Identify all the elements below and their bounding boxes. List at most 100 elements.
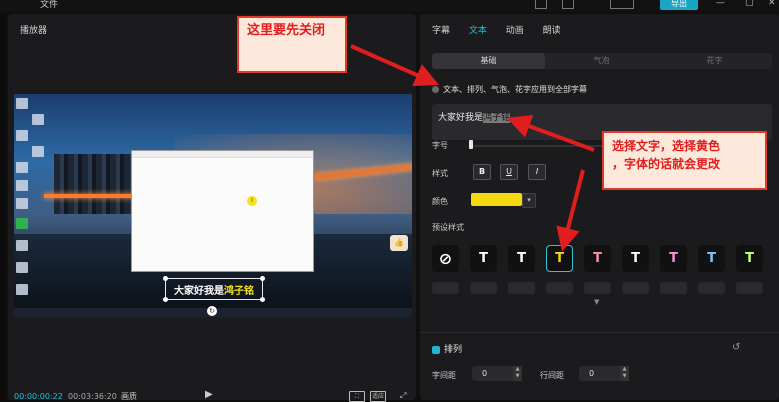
subtitle-selection-box[interactable]: 大家好我是鸿子铭 [163,276,265,302]
arrange-section-header[interactable]: 排列 [432,342,462,355]
shortcut-icon[interactable] [610,0,634,9]
arrange-label: 排列 [444,345,463,355]
stepper-icon[interactable]: ▲ ▼ [513,366,522,381]
thumbs-up-icon: 👍 [390,235,408,251]
subtitle-plain: 大家好我是 [174,286,224,297]
annotation-text: ，字体的话就会更改 [612,157,721,171]
tab-animation[interactable]: 动画 [506,23,524,36]
stepper-icon[interactable]: ▲ ▼ [620,366,629,381]
preset-style-item[interactable] [432,282,459,294]
export-button[interactable]: 导出 [660,0,698,10]
subtab-fancy-text[interactable]: 花字 [658,53,771,69]
tab-read-aloud[interactable]: 朗读 [543,23,561,36]
underline-button[interactable]: U [500,164,518,180]
subtitle-highlight: 鸿子铭 [224,286,254,297]
preset-style-item[interactable]: T [508,245,535,272]
color-label: 颜色 [432,197,448,206]
preset-style-item[interactable] [622,282,649,294]
text-plain: 大家好我是 [438,113,484,123]
preset-style-item[interactable]: T [736,245,763,272]
preset-style-item[interactable]: T [584,245,611,272]
preset-style-item[interactable] [584,282,611,294]
notepad-titlebar [132,151,313,158]
desktop-icon [16,262,28,273]
annotation-callout: 选择文字，选择黄色 ，字体的话就会更改 [602,131,767,190]
desktop-icon [16,98,28,109]
letter-spacing-value: 0 [482,369,488,378]
apply-all-checkbox[interactable] [432,86,439,93]
section-divider [420,332,779,333]
notepad-window: I [131,150,314,272]
fullscreen-mode-icon[interactable]: ⛶ [349,391,365,402]
annotation-text: 这里要先关闭 [247,23,326,38]
preset-style-item[interactable] [470,282,497,294]
layout-icon[interactable] [535,0,547,9]
font-size-label: 字号 [432,141,448,150]
desktop-icon [16,180,28,191]
italic-button[interactable]: I [528,164,546,180]
line-spacing-label: 行间距 [540,371,564,380]
preset-style-item[interactable] [698,282,725,294]
subtab-bubble[interactable]: 气泡 [545,53,658,69]
desktop-icon [32,114,44,125]
fit-button[interactable]: 适应 [370,391,386,402]
desktop-icon [16,284,28,295]
letter-spacing-label: 字间距 [432,371,456,380]
apply-all-label: 文本、排列、气泡、花字应用到全部字幕 [443,85,587,94]
resize-handle[interactable] [163,297,168,302]
preset-none-icon[interactable]: ⊘ [432,245,459,272]
color-dropdown-icon[interactable]: ▾ [522,193,536,208]
rotate-icon[interactable]: ↻ [207,306,217,316]
menu-file[interactable]: 文件 [40,0,58,10]
resize-handle[interactable] [163,276,168,281]
close-icon[interactable]: ✕ [768,0,776,8]
bold-button[interactable]: B [473,164,491,180]
preset-style-item[interactable]: T [622,245,649,272]
title-bar: 文件 导出 — ▢ ✕ [0,0,779,12]
desktop-icon [16,162,28,173]
font-size-slider-knob[interactable] [469,140,473,149]
subtab-bar: 基础 气泡 花字 [432,53,772,69]
preset-style-item[interactable]: T [470,245,497,272]
line-spacing-value: 0 [589,369,595,378]
preset-style-item[interactable]: T [546,245,573,272]
minimize-icon[interactable]: — [716,0,725,8]
scroll-down-icon[interactable]: ▼ [594,298,599,306]
subtab-basic[interactable]: 基础 [432,53,545,69]
desktop-icon [16,130,28,141]
text-selected: 鸿子铭 [483,113,511,123]
properties-panel: 字幕 文本 动画 朗读 基础 气泡 花字 文本、排列、气泡、花字应用到全部字幕 … [420,14,779,400]
window-icon[interactable] [562,0,574,9]
style-label: 样式 [432,169,448,178]
preset-style-item[interactable]: T [698,245,725,272]
desktop-icon [32,146,44,157]
preset-style-item[interactable]: T [660,245,687,272]
subtitle-text[interactable]: 大家好我是鸿子铭 [166,282,262,297]
annotation-callout: 这里要先关闭 [237,16,347,73]
panel-tabs: 字幕 文本 动画 朗读 [432,23,577,36]
play-icon[interactable]: ▶ [205,389,213,400]
letter-spacing-input[interactable]: 0 ▲ ▼ [472,366,522,381]
resize-handle[interactable] [260,276,265,281]
preset-style-item[interactable] [736,282,763,294]
line-spacing-input[interactable]: 0 ▲ ▼ [579,366,629,381]
player-title: 播放器 [20,26,48,36]
font-size-slider[interactable] [469,145,619,147]
maximize-icon[interactable]: ▢ [745,0,754,8]
quality-dropdown[interactable]: 画质 [121,391,137,402]
tab-text[interactable]: 文本 [469,23,487,36]
video-preview[interactable]: I 👍 大家好我是鸿子铭 ↻ [14,94,412,317]
left-strip [0,14,6,400]
resize-handle[interactable] [260,297,265,302]
annotation-text: 选择文字，选择黄色 [612,139,721,153]
reset-icon[interactable]: ↺ [732,342,740,353]
tab-subtitle[interactable]: 字幕 [432,23,450,36]
preset-style-item[interactable] [660,282,687,294]
cursor-highlight-icon: I [247,196,257,206]
desktop-icon [16,240,28,251]
preset-style-item[interactable] [508,282,535,294]
color-swatch[interactable] [471,193,522,206]
arrange-checkbox[interactable] [432,345,440,354]
apply-all-row[interactable]: 文本、排列、气泡、花字应用到全部字幕 [432,84,587,95]
preset-style-item[interactable] [546,282,573,294]
